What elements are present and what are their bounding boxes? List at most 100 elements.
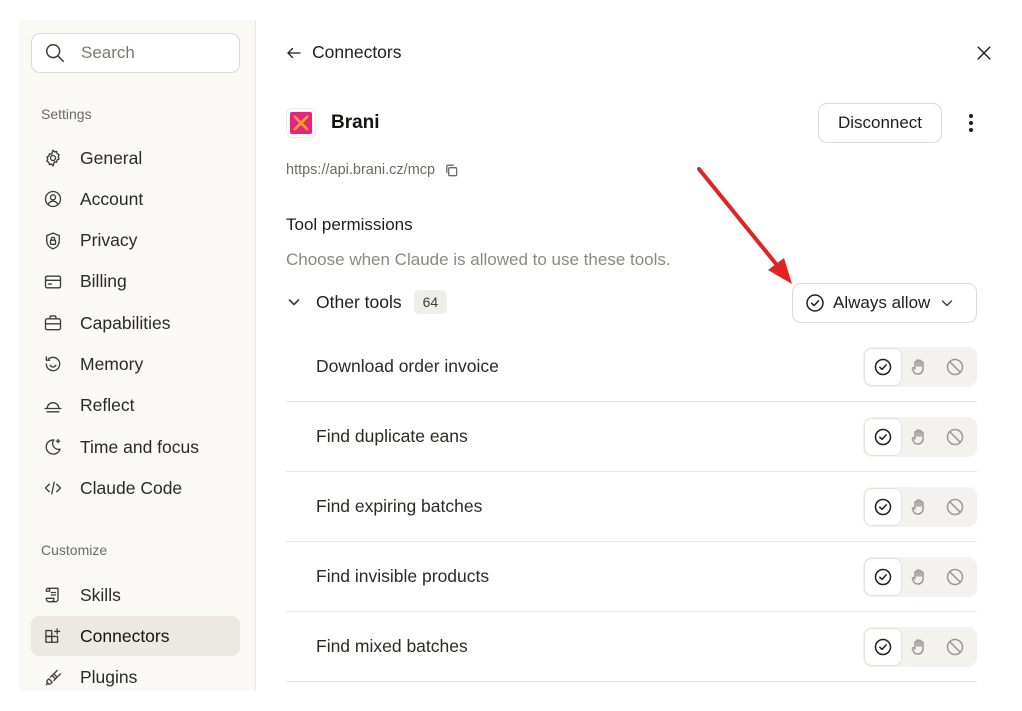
arrow-left-icon — [287, 47, 301, 58]
needs-approval-option[interactable] — [901, 419, 937, 455]
code-icon — [42, 477, 64, 499]
block-option[interactable] — [937, 629, 973, 665]
sidebar-item-general[interactable]: General — [31, 138, 240, 178]
sidebar-item-connectors[interactable]: Connectors — [31, 616, 240, 657]
tool-group-name: Other tools — [316, 291, 402, 312]
needs-approval-option[interactable] — [901, 349, 937, 385]
close-icon — [977, 46, 991, 60]
tool-name: Find invisible products — [316, 566, 490, 586]
disconnect-button[interactable]: Disconnect — [818, 103, 942, 143]
close-button[interactable] — [974, 43, 996, 65]
chevron-down-icon — [288, 299, 300, 306]
tool-permission-selector — [863, 416, 977, 457]
tool-list: Download order invoice Find duplicate ea… — [286, 332, 977, 682]
search-icon — [46, 44, 64, 62]
customize-nav: Skills Connectors Plugins — [31, 575, 240, 691]
check-circle-icon — [874, 638, 892, 655]
more-options-button[interactable] — [960, 111, 982, 135]
needs-approval-option[interactable] — [901, 559, 937, 595]
tool-name: Find duplicate eans — [316, 426, 468, 446]
connector-logo — [286, 108, 316, 138]
scroll-icon — [42, 584, 64, 606]
always-allow-option[interactable] — [865, 348, 901, 385]
sidebar-item-label: Capabilities — [80, 312, 171, 333]
sidebar-item-memory[interactable]: Memory — [31, 344, 240, 384]
sidebar-item-privacy[interactable]: Privacy — [31, 221, 240, 261]
tool-name: Find mixed batches — [316, 636, 468, 656]
credit-card-icon — [42, 271, 64, 293]
check-circle-icon — [874, 498, 892, 515]
sidebar-item-skills[interactable]: Skills — [31, 575, 240, 615]
sidebar-item-claude-code[interactable]: Claude Code — [31, 468, 240, 508]
customize-section-label: Customize — [41, 542, 108, 558]
block-option[interactable] — [937, 559, 973, 595]
tool-row: Find mixed batches — [286, 612, 977, 682]
dot — [969, 114, 973, 118]
history-icon — [42, 353, 64, 375]
settings-sidebar: Settings General Account Privacy Billing… — [19, 20, 255, 691]
sidebar-item-label: Billing — [80, 271, 127, 292]
connector-url-row: https://api.brani.cz/mcp — [286, 162, 459, 178]
back-link[interactable]: Connectors — [285, 42, 402, 63]
sidebar-item-label: Plugins — [80, 667, 138, 688]
group-permission-dropdown[interactable]: Always allow — [792, 283, 977, 323]
hand-icon — [911, 498, 924, 515]
dot — [969, 121, 973, 125]
other-tools-toggle[interactable]: Other tools 64 — [287, 290, 448, 314]
sidebar-item-label: Memory — [80, 353, 144, 374]
block-option[interactable] — [937, 419, 973, 455]
sidebar-item-label: General — [80, 147, 143, 168]
hand-icon — [911, 638, 924, 655]
sidebar-item-label: Account — [80, 188, 144, 209]
tool-permission-selector — [863, 346, 977, 387]
hand-icon — [911, 568, 924, 585]
always-allow-option[interactable] — [865, 628, 901, 665]
check-circle-icon — [806, 294, 824, 312]
needs-approval-option[interactable] — [901, 489, 937, 525]
search-box[interactable] — [31, 33, 240, 73]
tool-name: Download order invoice — [316, 356, 499, 376]
tool-permissions-description: Choose when Claude is allowed to use the… — [286, 250, 671, 269]
sidebar-item-capabilities[interactable]: Capabilities — [31, 303, 240, 343]
sidebar-item-label: Privacy — [80, 230, 138, 251]
sunset-icon — [42, 395, 64, 417]
needs-approval-option[interactable] — [901, 629, 937, 665]
settings-nav: General Account Privacy Billing Capabili… — [31, 138, 240, 510]
copy-icon[interactable] — [444, 163, 459, 178]
sidebar-divider — [255, 20, 256, 691]
always-allow-option[interactable] — [865, 418, 901, 455]
hand-icon — [911, 358, 924, 375]
block-option[interactable] — [937, 349, 973, 385]
block-icon — [946, 638, 964, 655]
tool-row: Find invisible products — [286, 542, 977, 612]
tool-name: Find expiring batches — [316, 496, 483, 516]
user-circle-icon — [42, 188, 64, 210]
sidebar-item-plugins[interactable]: Plugins — [31, 658, 240, 691]
briefcase-icon — [42, 312, 64, 334]
tool-row: Find expiring batches — [286, 472, 977, 542]
sidebar-item-billing[interactable]: Billing — [31, 262, 240, 302]
chevron-down-icon — [942, 300, 953, 307]
tool-permission-selector — [863, 486, 977, 527]
sidebar-item-reflect[interactable]: Reflect — [31, 386, 240, 426]
tool-permissions-title: Tool permissions — [286, 215, 413, 234]
hand-icon — [911, 428, 924, 445]
sidebar-item-account[interactable]: Account — [31, 179, 240, 219]
shield-lock-icon — [42, 230, 64, 252]
sidebar-item-label: Claude Code — [80, 477, 183, 498]
sidebar-item-label: Time and focus — [80, 436, 199, 457]
tool-permission-selector — [863, 556, 977, 597]
block-icon — [946, 498, 964, 515]
sidebar-item-label: Skills — [80, 584, 121, 605]
plug-icon — [42, 667, 64, 689]
check-circle-icon — [874, 358, 892, 375]
always-allow-option[interactable] — [865, 488, 901, 525]
sidebar-item-time-and-focus[interactable]: Time and focus — [31, 427, 240, 467]
block-icon — [946, 428, 964, 445]
settings-section-label: Settings — [41, 106, 92, 122]
block-option[interactable] — [937, 489, 973, 525]
always-allow-option[interactable] — [865, 558, 901, 595]
search-input[interactable] — [81, 43, 221, 63]
tool-count-badge: 64 — [413, 290, 448, 314]
back-link-label: Connectors — [312, 42, 402, 62]
